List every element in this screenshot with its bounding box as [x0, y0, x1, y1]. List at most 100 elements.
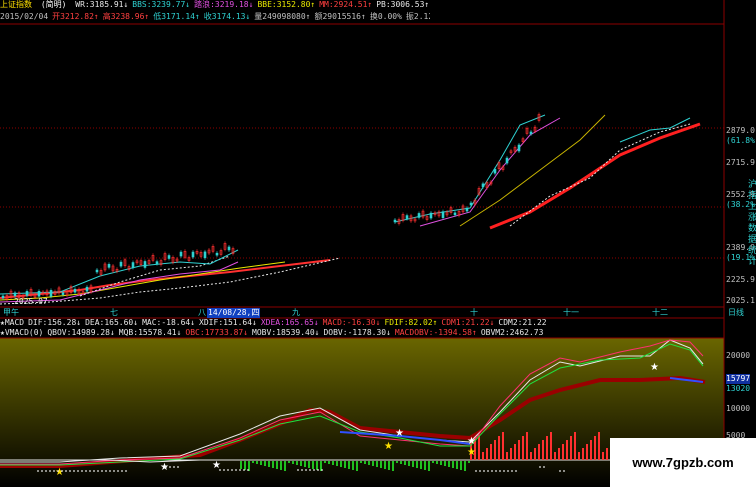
volume-bar [566, 440, 568, 460]
volume-bar [502, 432, 504, 460]
volume-bar [546, 436, 548, 460]
signal-dot [483, 470, 485, 472]
volume-bar-negative [388, 461, 390, 470]
volume-bar [498, 436, 500, 460]
volume-bar-negative [272, 461, 274, 468]
volume-bar-negative [396, 461, 398, 463]
time-axis-month: 八 [198, 308, 206, 317]
macd-value: MAC:-18.64↓ [142, 318, 196, 327]
volume-bar [538, 444, 540, 460]
volume-bar [506, 452, 508, 460]
volume-bar-negative [276, 461, 278, 469]
price-tick: 2715.9 [726, 158, 755, 167]
volume-bar [578, 452, 580, 460]
volume-bar [570, 436, 572, 460]
signal-dot [511, 470, 513, 472]
signal-dot [309, 469, 311, 471]
volume-bar [530, 452, 532, 460]
volume-bar [554, 452, 556, 460]
signal-dot [543, 466, 545, 468]
volume-bar-negative [296, 461, 298, 465]
volume-bar-negative [408, 461, 410, 466]
volume-bar [482, 452, 484, 460]
volume-bar-negative [380, 461, 382, 468]
volume-bar-negative [352, 461, 354, 470]
signal-dot [223, 469, 225, 471]
signal-dot [247, 469, 249, 471]
price-chart[interactable]: ★★ ★★★★ ★★ [0, 0, 756, 487]
volume-bar-negative [348, 461, 350, 469]
macd-value: CDM1:21.22↓ [441, 318, 495, 327]
volume-bar [562, 444, 564, 460]
volume-bar [594, 436, 596, 460]
volume-bar [550, 432, 552, 460]
ma-line-white-dotted [509, 123, 691, 227]
signal-dot [305, 469, 307, 471]
volume-bar-negative [280, 461, 282, 470]
vmacd-indicator-line[interactable]: ★VMACD(0) QBOV:14989.28↓ MQB:15578.41↓ OBC:… [0, 328, 724, 338]
signal-dot [559, 470, 561, 472]
signal-dot [41, 470, 43, 472]
fib-tick: (61.8%) [726, 136, 756, 145]
volume-bar [574, 432, 576, 460]
ma-line-cyan [394, 114, 546, 223]
signal-dot [89, 470, 91, 472]
volume-bar-negative [356, 461, 358, 471]
period-label[interactable]: 日线 [728, 308, 744, 318]
volume-bar-negative [452, 461, 454, 468]
vmacd-value: QBOV:14989.28↓ [47, 328, 115, 337]
signal-dot [297, 469, 299, 471]
volume-bar-negative [264, 461, 266, 466]
time-axis-month: 十二 [652, 308, 668, 317]
volume-bar [542, 440, 544, 460]
vmacd-value: ★VMACD(0) [0, 328, 44, 337]
volume-bar-negative [432, 461, 434, 463]
signal-dot [93, 470, 95, 472]
volume-bar-negative [436, 461, 438, 464]
macd-indicator-line[interactable]: ★MACD DIF:156.28↓ DEA:165.60↓ MAC:-18.64↓ XD… [0, 318, 724, 328]
signal-dot [219, 469, 221, 471]
signal-dot [227, 469, 229, 471]
volume-tick: 20000 [726, 351, 751, 360]
volume-bar-negative [240, 461, 242, 469]
signal-star-icon: ★ [160, 462, 169, 473]
signal-dot [313, 469, 315, 471]
signal-dot [173, 466, 175, 468]
signal-dot [239, 469, 241, 471]
volume-bar [486, 448, 488, 460]
volume-bar [518, 440, 520, 460]
side-vertical-label: 沪指上涨数据统计 [748, 180, 756, 267]
signal-dot [317, 469, 319, 471]
volume-tick: 13020 [726, 384, 751, 393]
volume-bar-negative [300, 461, 302, 466]
volume-bar-negative [420, 461, 422, 469]
volume-bar [606, 448, 608, 460]
volume-bar-negative [328, 461, 330, 464]
signal-dot [121, 470, 123, 472]
volume-bar-negative [456, 461, 458, 469]
site-watermark: www.7gpzb.com [610, 438, 756, 487]
signal-dot [81, 470, 83, 472]
signal-dot [301, 469, 303, 471]
signal-dot [65, 470, 67, 472]
signal-star-icon: ★ [384, 441, 393, 452]
volume-bar [514, 444, 516, 460]
volume-bar-negative [460, 461, 462, 470]
volume-bar-negative [444, 461, 446, 466]
volume-bar-negative [332, 461, 334, 465]
volume-bar [526, 432, 528, 460]
time-axis-month: 十 [470, 308, 478, 317]
signal-dot [105, 470, 107, 472]
price-tick: 2025.1 [726, 296, 755, 305]
signal-dot [85, 470, 87, 472]
macd-value: DEA:165.60↓ [85, 318, 139, 327]
signal-dot [499, 470, 501, 472]
volume-bar-negative [392, 461, 394, 471]
vmacd-value: DOBV:-1178.30↓ [323, 328, 391, 337]
signal-dot [321, 469, 323, 471]
volume-bar-negative [468, 461, 470, 463]
signal-dot [495, 470, 497, 472]
volume-bar [590, 440, 592, 460]
signal-dot [45, 470, 47, 472]
signal-dot [53, 470, 55, 472]
